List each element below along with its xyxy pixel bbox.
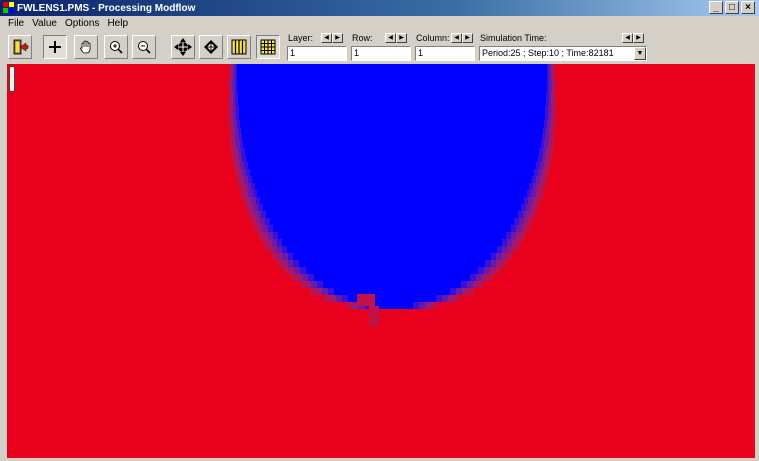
plume-core-cell [237,78,547,85]
concentration-plot [228,64,556,326]
plume-core-cell [323,281,461,288]
move-button[interactable] [171,35,195,59]
plume-core-cell [282,239,502,246]
zoom-out-button[interactable] [132,35,156,59]
layer-input[interactable]: 1 [287,46,347,61]
simulation-time-value: Period:25 ; Step:10 ; Time:82181 [482,48,614,58]
zoom-in-icon [110,41,123,54]
plume-core-cell [245,148,539,155]
title-bar: FWLENS1.PMS - Processing Modflow _ □ × [0,0,759,16]
diamond-button[interactable] [199,35,223,59]
grid-cells-button[interactable] [256,35,280,59]
grid-cells-icon [260,39,276,55]
minimize-button[interactable]: _ [709,1,723,14]
column-spinner: ◀ ▶ [451,33,473,43]
plume-core-cell [260,197,524,204]
plume-core-cell [287,246,497,253]
plume-core-cell [238,92,546,99]
menu-value[interactable]: Value [28,18,61,29]
maximize-button[interactable]: □ [725,1,739,14]
plume-core-cell [266,211,518,218]
plume-core-cell [299,260,485,267]
exit-icon [13,39,29,55]
plume-core-cell [239,113,545,120]
toolbar: Layer: ◀ ▶ 1 Row: ◀ ▶ 1 Column: ◀ ▶ 1 Si… [0,30,759,64]
column-decrement-button[interactable]: ◀ [451,33,462,43]
plume-core-cell [334,288,450,295]
grid-columns-button[interactable] [227,35,251,59]
row-decrement-button[interactable]: ◀ [385,33,396,43]
plume-core-cell [252,176,532,183]
plume-core-cell [273,225,511,232]
simulation-time-spinner: ◀ ▶ [622,33,644,43]
plume-core-cell [237,85,547,92]
column-increment-button[interactable]: ▶ [462,33,473,43]
row-input[interactable]: 1 [351,46,411,61]
menu-options[interactable]: Options [61,18,103,29]
plume-core-cell [250,169,534,176]
simulation-time-label: Simulation Time: [480,33,547,43]
time-step-forward-button[interactable]: ▶ [633,33,644,43]
plume-core-cell [306,267,478,274]
app-icon [3,2,15,14]
layer-label: Layer: [288,33,314,43]
exit-button[interactable] [8,35,32,59]
dropdown-arrow-icon[interactable]: ▼ [634,47,646,60]
plume-layer [228,64,556,326]
pan-hand-icon [80,40,91,54]
left-frame [0,64,7,461]
plume-core-cell [270,218,514,225]
column-label: Column: [416,33,450,43]
plume-tail-cell [369,306,379,326]
layer-decrement-button[interactable]: ◀ [321,33,332,43]
model-view-canvas[interactable] [7,64,755,458]
layer-spinner: ◀ ▶ [321,33,343,43]
menu-file[interactable]: File [4,18,28,29]
plume-core-cell [238,99,546,106]
plume-core-cell [239,106,545,113]
splitter-handle[interactable] [9,66,15,92]
plume-core-cell [255,183,529,190]
pan-button[interactable] [74,35,98,59]
menu-help[interactable]: Help [103,18,132,29]
layer-increment-button[interactable]: ▶ [332,33,343,43]
window-title: FWLENS1.PMS - Processing Modflow [17,2,196,14]
plume-core-cell [248,162,536,169]
plume-core-cell [314,274,470,281]
zoom-in-button[interactable] [104,35,128,59]
close-button[interactable]: × [741,1,755,14]
simulation-time-select[interactable]: Period:25 ; Step:10 ; Time:82181 ▼ [479,46,647,61]
row-spinner: ◀ ▶ [385,33,407,43]
plume-core-cell [240,120,544,127]
plume-core-cell [278,232,506,239]
plume-tail-cell [357,294,375,306]
move-arrows-icon [174,38,192,56]
plume-core-cell [237,71,547,78]
plume-core-cell [241,127,543,134]
plume-core-cell [243,141,541,148]
plume-core-cell [246,155,538,162]
plume-core-cell [257,190,527,197]
column-input[interactable]: 1 [415,46,475,61]
diamond-icon [204,40,218,54]
crosshair-button[interactable] [43,35,67,59]
menu-bar: File Value Options Help [0,16,759,30]
plume-core-cell [293,253,491,260]
row-label: Row: [352,33,373,43]
grid-columns-icon [231,39,247,55]
plume-core-cell [263,204,521,211]
zoom-out-icon [138,41,151,54]
row-increment-button[interactable]: ▶ [396,33,407,43]
plume-core-cell [242,134,542,141]
time-step-back-button[interactable]: ◀ [622,33,633,43]
plume-core-cell [237,64,547,71]
crosshair-icon [49,41,61,53]
